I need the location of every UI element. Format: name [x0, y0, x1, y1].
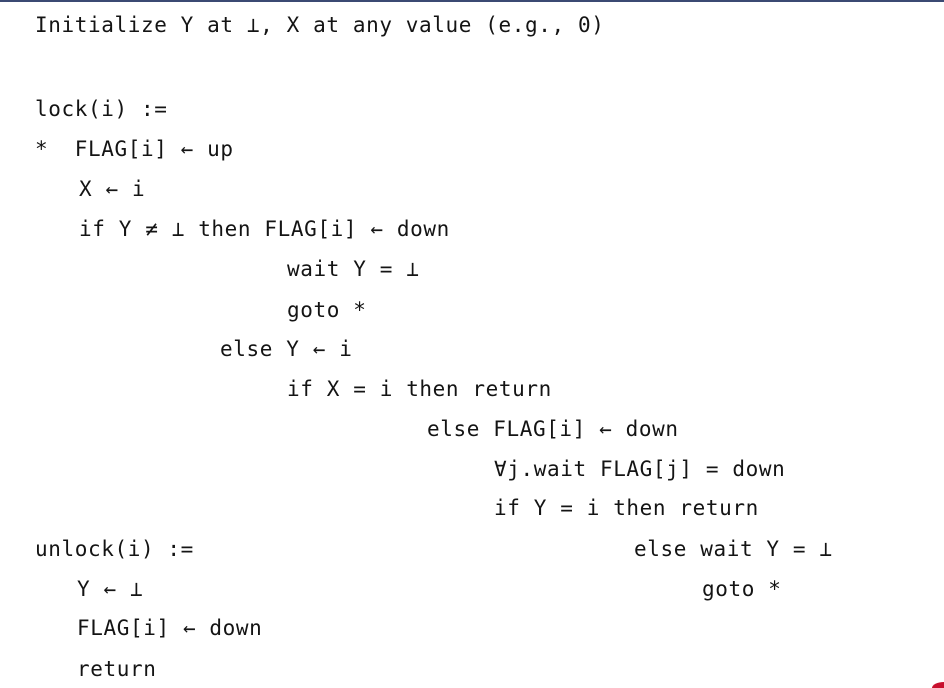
lock-line-wait-y: wait Y = ⊥: [287, 257, 420, 281]
top-rule: [0, 0, 944, 2]
lock-header: lock(i) :=: [35, 97, 168, 121]
lock-line-goto-1: goto *: [287, 298, 367, 322]
lock-line-if-x-eq-i: if X = i then return: [287, 377, 552, 401]
lock-line-if-y-eq-i: if Y = i then return: [494, 496, 759, 520]
lock-line-else-flag-down: else FLAG[i] ← down: [427, 417, 679, 441]
slide: Initialize Y at ⊥, X at any value (e.g.,…: [0, 0, 944, 688]
lock-line-else-set-y: else Y ← i: [220, 337, 353, 361]
lock-line-if-y-set: if Y ≠ ⊥ then FLAG[i] ← down: [79, 217, 450, 241]
corner-accent: [932, 682, 944, 688]
lock-line-set-x: X ← i: [79, 177, 146, 201]
unlock-line-flag-down: FLAG[i] ← down: [77, 616, 263, 640]
lock-line-flag-up: * FLAG[i] ← up: [35, 137, 234, 161]
lock-line-goto-2: goto *: [702, 577, 782, 601]
lock-line-else-wait-y: else wait Y = ⊥: [634, 537, 833, 561]
unlock-line-reset-y: Y ← ⊥: [77, 577, 144, 601]
unlock-header: unlock(i) :=: [35, 537, 194, 561]
init-line: Initialize Y at ⊥, X at any value (e.g.,…: [35, 13, 605, 37]
unlock-line-return: return: [77, 657, 157, 681]
lock-line-wait-all-flags: ∀j.wait FLAG[j] = down: [494, 457, 786, 481]
